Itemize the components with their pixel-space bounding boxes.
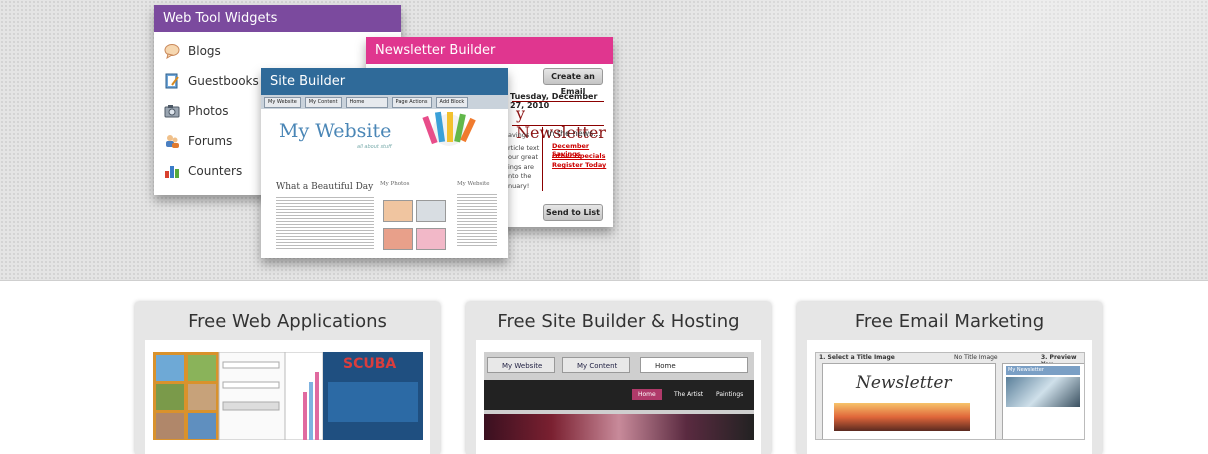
photo-thumbnail[interactable] bbox=[416, 200, 446, 222]
article-text: nuary! bbox=[508, 182, 530, 190]
site-builder-panel: Site Builder My Website My Content Home … bbox=[261, 68, 508, 258]
create-email-button[interactable]: Create an Email bbox=[543, 68, 603, 96]
svg-text:SCUBA: SCUBA bbox=[343, 356, 396, 372]
chat-bubble-icon bbox=[164, 43, 180, 60]
pencils-image bbox=[422, 111, 476, 146]
body-text bbox=[276, 195, 374, 249]
sitebuilder-panel-title: Site Builder bbox=[261, 68, 508, 95]
thumb-sunset-image bbox=[834, 403, 970, 431]
card-body: SCUBA bbox=[145, 340, 430, 454]
toolbar-my-website[interactable]: My Website bbox=[264, 96, 301, 108]
toolbar-page-actions[interactable]: Page Actions bbox=[391, 96, 432, 108]
thumb-banner-image bbox=[484, 414, 754, 440]
widget-item-blogs[interactable]: Blogs bbox=[154, 36, 401, 66]
article-text: our great bbox=[508, 153, 539, 161]
card-title: Free Email Marketing bbox=[854, 311, 1045, 332]
widget-label: Blogs bbox=[188, 44, 221, 58]
thumb-toolbar-my-content: My Content bbox=[562, 357, 630, 373]
send-to-list-button[interactable]: Send to List bbox=[543, 204, 603, 221]
sidebar-text bbox=[457, 192, 497, 246]
web-applications-thumbnail: SCUBA bbox=[153, 352, 423, 440]
photo-thumbnail[interactable] bbox=[416, 228, 446, 250]
toolbar-my-content[interactable]: My Content bbox=[304, 96, 342, 108]
in-the-news-heading: In the news... bbox=[547, 129, 601, 138]
site-logo: My Website bbox=[279, 120, 392, 142]
email-marketing-thumbnail: 1. Select a Title Image No Title Image 3… bbox=[815, 352, 1085, 440]
card-title: Free Web Applications bbox=[188, 311, 387, 332]
page-heading: What a Beautiful Day bbox=[276, 182, 374, 192]
sidebar-label: My Website bbox=[457, 181, 490, 187]
bar-chart-icon bbox=[164, 163, 180, 179]
article-text: rticle text bbox=[508, 144, 540, 152]
card-body: 1. Select a Title Image No Title Image 3… bbox=[807, 340, 1092, 454]
site-tagline: all about stuff bbox=[357, 144, 392, 150]
thumb-toolbar-my-website: My Website bbox=[487, 357, 555, 373]
thumb-nav-home: Home bbox=[632, 389, 662, 400]
thumb-no-title: No Title Image bbox=[954, 354, 998, 361]
widget-label: Forums bbox=[188, 134, 233, 148]
thumb-preview-title: My Newsletter bbox=[1006, 366, 1080, 375]
photos-label: My Photos bbox=[380, 181, 410, 187]
thumb-newsletter-script: Newsletter bbox=[856, 373, 952, 393]
card-free-web-applications[interactable]: Free Web Applications SCUBA bbox=[135, 302, 440, 454]
card-free-site-builder-hosting[interactable]: Free Site Builder & Hosting My Website M… bbox=[466, 302, 771, 454]
thumb-nav-bar bbox=[484, 380, 754, 410]
hero-background-decoration bbox=[640, 0, 1208, 280]
news-link[interactable]: Other Specials bbox=[552, 152, 605, 160]
divider bbox=[512, 101, 604, 102]
thumb-nav-paintings: Paintings bbox=[716, 391, 744, 398]
camera-icon bbox=[164, 103, 180, 119]
thumb-step1: 1. Select a Title Image bbox=[819, 354, 895, 361]
widget-label: Photos bbox=[188, 104, 229, 118]
site-builder-thumbnail: My Website My Content Home Home The Arti… bbox=[484, 352, 754, 440]
column-divider bbox=[542, 127, 543, 191]
photo-thumbnail[interactable] bbox=[383, 200, 413, 222]
newsletter-panel-title: Newsletter Builder bbox=[366, 37, 613, 64]
article-text: nto the bbox=[508, 172, 532, 180]
thumb-preview-image bbox=[1006, 377, 1080, 407]
photo-thumbnail[interactable] bbox=[383, 228, 413, 250]
news-link[interactable]: Register Today bbox=[552, 161, 606, 169]
toolbar-page-select[interactable]: Home bbox=[345, 96, 388, 108]
card-body: My Website My Content Home Home The Arti… bbox=[476, 340, 761, 454]
article-text: ings are bbox=[508, 163, 535, 171]
thumb-page-select: Home bbox=[640, 357, 748, 373]
widget-label: Guestbooks bbox=[188, 74, 259, 88]
toolbar-add-block[interactable]: Add Block bbox=[435, 96, 469, 108]
guestbook-icon bbox=[164, 73, 180, 89]
forum-users-icon bbox=[164, 133, 180, 149]
widget-label: Counters bbox=[188, 164, 243, 178]
widgets-panel-title: Web Tool Widgets bbox=[154, 5, 401, 32]
thumb-nav-the-artist: The Artist bbox=[674, 391, 704, 398]
card-title: Free Site Builder & Hosting bbox=[497, 311, 740, 332]
divider bbox=[512, 125, 604, 126]
article-text: avings bbox=[508, 131, 530, 139]
sitebuilder-toolbar: My Website My Content Home Page Actions … bbox=[261, 95, 508, 109]
card-free-email-marketing[interactable]: Free Email Marketing 1. Select a Title I… bbox=[797, 302, 1102, 454]
